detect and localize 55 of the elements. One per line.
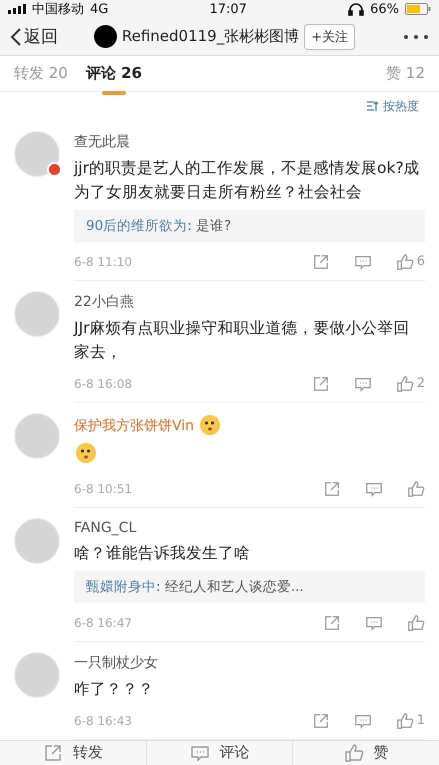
comment-text: JJr麻烦有点职业操守和职业道德，要做小公举回家去， — [74, 318, 411, 362]
carrier-text: 中国移动 — [32, 1, 84, 18]
thumbs-up-icon — [407, 480, 425, 498]
username[interactable]: 查无此晨 — [74, 132, 130, 150]
share-icon — [42, 742, 63, 763]
username[interactable]: 22小白燕 — [74, 292, 134, 310]
thumbs-up-icon — [396, 252, 414, 270]
reply-preview[interactable]: 90后的维所欲为: 是谁? — [74, 210, 425, 242]
share-icon — [312, 712, 330, 730]
user-avatar[interactable] — [14, 130, 60, 176]
comment-time: 6-8 16:08 — [74, 376, 133, 390]
repost-button[interactable] — [312, 252, 330, 270]
comment-time: 6-8 16:47 — [74, 616, 133, 630]
page-title: Refined0119_张彬彬图博 — [122, 27, 300, 46]
thumbs-up-icon — [396, 712, 414, 730]
back-button[interactable]: 返回 — [10, 25, 58, 48]
repost-button[interactable] — [323, 614, 341, 632]
share-icon — [312, 374, 330, 392]
thumbs-up-icon — [344, 742, 364, 763]
username[interactable]: 一只制杖少女 — [74, 654, 158, 672]
share-icon — [323, 480, 341, 498]
like-button[interactable]: 赞 — [293, 740, 439, 765]
like-button[interactable] — [407, 480, 425, 498]
repost-button[interactable]: 转发 — [0, 740, 147, 765]
comment-text: jjr的职责是艺人的工作发展，不是感情发展ok?成为了女朋友就要日走所有粉丝？社会社会 — [74, 158, 421, 202]
chevron-left-icon — [10, 26, 22, 47]
network-text: 4G — [90, 2, 108, 17]
sort-icon — [366, 100, 379, 112]
follow-button[interactable]: +关注 — [304, 24, 356, 50]
comment-time: 6-8 10:51 — [74, 482, 133, 496]
comment-text: 咋了？？？ — [74, 678, 155, 700]
like-button[interactable] — [407, 614, 425, 632]
sort-button[interactable]: 按热度 — [360, 96, 425, 116]
signal-icon — [8, 4, 26, 14]
repost-button[interactable] — [323, 480, 341, 498]
reply-preview[interactable]: 甄嬛附身中: 经纪人和艺人谈恋爱... — [74, 570, 425, 602]
comment-time: 6-8 16:43 — [74, 714, 133, 728]
thumbs-up-icon — [396, 374, 414, 392]
comment-text: 啥？谁能告诉我发生了啥 — [74, 542, 251, 564]
username[interactable]: FANG_CL — [74, 520, 136, 536]
repost-button[interactable] — [312, 712, 330, 730]
more-icon[interactable] — [403, 34, 429, 40]
headphones-icon — [348, 2, 364, 16]
share-icon — [312, 252, 330, 270]
emoji-icon — [198, 412, 222, 436]
repost-button[interactable] — [312, 374, 330, 392]
clock-text: 17:07 — [209, 2, 247, 17]
avatar[interactable] — [94, 25, 117, 48]
battery-percent: 66% — [370, 2, 399, 17]
emoji-icon — [74, 440, 98, 464]
thumbs-up-icon — [407, 614, 425, 632]
comment-time: 6-8 11:10 — [74, 254, 133, 268]
share-icon — [323, 614, 341, 632]
battery-icon — [404, 3, 431, 16]
comment-button[interactable]: 评论 — [146, 740, 294, 765]
